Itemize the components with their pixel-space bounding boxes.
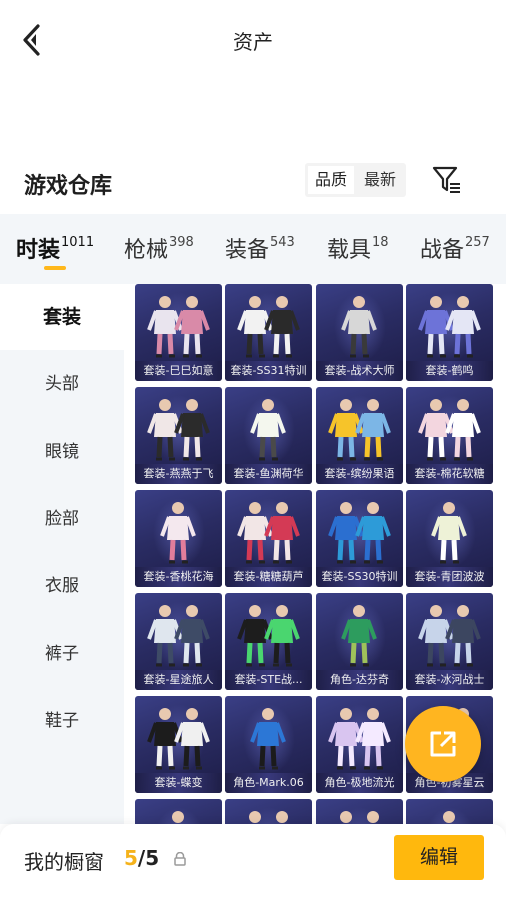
tab-guns[interactable]: 枪械398 <box>124 232 194 268</box>
tab-count: 543 <box>270 235 295 250</box>
item-card[interactable] <box>135 799 222 824</box>
item-card[interactable]: 套装-星途旅人 <box>135 593 222 690</box>
item-card[interactable]: 套装-战术大师 <box>316 284 403 381</box>
sidebar-item-face[interactable]: 脸部 <box>0 486 124 552</box>
tab-vehicles[interactable]: 载具18 <box>327 232 389 268</box>
item-caption: 套装-鱼渊荷华 <box>225 464 312 484</box>
item-card[interactable]: 套装-SS31特训 <box>225 284 312 381</box>
item-caption: 套装-青团波波 <box>406 567 493 587</box>
tab-label: 载具 <box>327 238 372 263</box>
item-caption: 套装-糖糖葫芦 <box>225 567 312 587</box>
showcase-title: 我的橱窗 <box>24 850 104 874</box>
tab-label: 装备 <box>225 238 270 263</box>
external-link-icon <box>430 731 456 757</box>
sidebar: 套装 头部 眼镜 脸部 衣服 裤子 鞋子 <box>0 284 124 824</box>
item-caption: 套装-SS31特训 <box>225 361 312 381</box>
item-card[interactable]: 套装-蝶变 <box>135 696 222 793</box>
item-card[interactable] <box>225 799 312 824</box>
item-card[interactable]: 套装-冰河战士 <box>406 593 493 690</box>
item-card[interactable]: 套装-SS30特训 <box>316 490 403 587</box>
active-tab-indicator <box>44 266 66 270</box>
tab-label: 时装 <box>16 238 61 263</box>
showcase-current: 5 <box>124 846 138 870</box>
item-caption: 套装-鹤鸣 <box>406 361 493 381</box>
tab-equipment[interactable]: 装备543 <box>225 232 295 268</box>
sort-toggle: 品质 最新 <box>305 163 406 197</box>
outfit-figure-icon <box>249 811 288 823</box>
outfit-figure-icon <box>340 811 379 823</box>
item-caption: 套装-缤纷果语 <box>316 464 403 484</box>
top-bar: 资产 <box>0 0 506 80</box>
page-title: 资产 <box>233 30 273 54</box>
item-caption: 套装-STE战... <box>225 670 312 690</box>
lock-icon <box>173 851 187 870</box>
item-caption: 套装-冰河战士 <box>406 670 493 690</box>
tab-count: 257 <box>465 235 490 250</box>
item-card[interactable]: 角色-Mark.06 <box>225 696 312 793</box>
item-card[interactable]: 套装-鱼渊荷华 <box>225 387 312 484</box>
item-caption: 套装-燕燕于飞 <box>135 464 222 484</box>
warehouse-title: 游戏仓库 <box>24 174 113 199</box>
outfit-figure-icon <box>443 811 455 823</box>
sort-quality-button[interactable]: 品质 <box>308 166 354 194</box>
item-caption: 套装-SS30特训 <box>316 567 403 587</box>
tab-fashion[interactable]: 时装1011 <box>16 232 94 268</box>
sidebar-item-pants[interactable]: 裤子 <box>0 621 124 687</box>
showcase-count: 5/5 <box>124 846 159 870</box>
item-card[interactable]: 套装-糖糖葫芦 <box>225 490 312 587</box>
item-caption: 套装-香桃花海 <box>135 567 222 587</box>
item-caption: 套装-蝶变 <box>135 773 222 793</box>
sidebar-item-clothes[interactable]: 衣服 <box>0 553 124 619</box>
item-card[interactable]: 套装-香桃花海 <box>135 490 222 587</box>
sort-newest-button[interactable]: 最新 <box>357 166 403 194</box>
edit-button[interactable]: 编辑 <box>394 835 484 880</box>
item-card[interactable]: 套装-STE战... <box>225 593 312 690</box>
outfit-figure-icon <box>172 811 184 823</box>
sidebar-item-set[interactable]: 套装 <box>0 284 124 350</box>
sidebar-item-glasses[interactable]: 眼镜 <box>0 419 124 485</box>
item-card[interactable] <box>406 799 493 824</box>
sidebar-item-shoes[interactable]: 鞋子 <box>0 688 124 754</box>
item-card[interactable]: 套装-青团波波 <box>406 490 493 587</box>
item-caption: 角色-极地流光 <box>316 773 403 793</box>
item-card[interactable]: 套装-鹤鸣 <box>406 284 493 381</box>
tab-count: 18 <box>372 235 389 250</box>
sidebar-item-head[interactable]: 头部 <box>0 351 124 417</box>
tab-count: 1011 <box>61 235 95 250</box>
showcase-total: /5 <box>137 846 160 870</box>
filter-icon[interactable] <box>432 164 462 196</box>
tab-label: 枪械 <box>124 238 169 263</box>
item-caption: 套装-巳巳如意 <box>135 361 222 381</box>
item-card[interactable]: 套装-缤纷果语 <box>316 387 403 484</box>
tab-label: 战备 <box>420 238 465 263</box>
item-caption: 角色-Mark.06 <box>225 773 312 793</box>
item-caption: 套装-战术大师 <box>316 361 403 381</box>
item-card[interactable]: 套装-巳巳如意 <box>135 284 222 381</box>
item-card[interactable]: 套装-燕燕于飞 <box>135 387 222 484</box>
warehouse-header: 游戏仓库 品质 最新 <box>0 150 506 214</box>
item-card[interactable]: 角色-极地流光 <box>316 696 403 793</box>
item-caption: 套装-棉花软糖 <box>406 464 493 484</box>
tab-count: 398 <box>169 235 194 250</box>
category-tabs: 时装1011 枪械398 装备543 载具18 战备257 <box>0 214 506 284</box>
item-caption: 套装-星途旅人 <box>135 670 222 690</box>
item-card[interactable] <box>316 799 403 824</box>
item-caption: 角色-达芬奇 <box>316 670 403 690</box>
item-card[interactable]: 角色-达芬奇 <box>316 593 403 690</box>
item-card[interactable]: 套装-棉花软糖 <box>406 387 493 484</box>
share-fab-button[interactable] <box>405 706 481 782</box>
tab-supplies[interactable]: 战备257 <box>420 232 490 268</box>
showcase-bar: 我的橱窗 5/5 编辑 <box>0 824 506 897</box>
